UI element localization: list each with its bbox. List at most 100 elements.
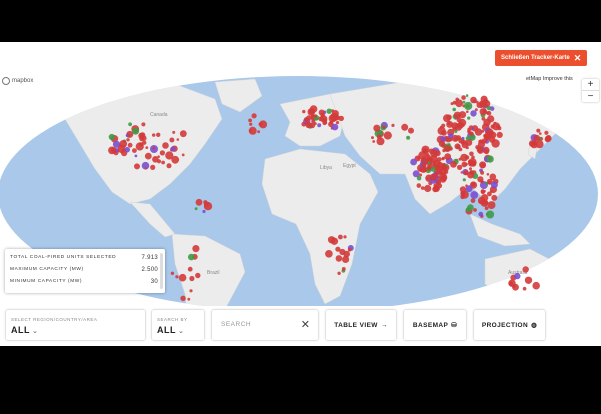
coal-plant-marker[interactable]	[470, 132, 474, 136]
coal-plant-marker[interactable]	[342, 255, 350, 263]
coal-plant-marker[interactable]	[470, 110, 477, 117]
coal-plant-marker[interactable]	[152, 146, 156, 150]
coal-plant-marker[interactable]	[337, 271, 341, 275]
coal-plant-marker[interactable]	[170, 271, 175, 275]
coal-plant-marker[interactable]	[410, 158, 417, 166]
coal-plant-marker[interactable]	[430, 166, 436, 172]
coal-plant-marker[interactable]	[479, 161, 487, 169]
coal-plant-marker[interactable]	[425, 152, 430, 157]
coal-plant-marker[interactable]	[458, 157, 462, 161]
coal-plant-marker[interactable]	[434, 150, 441, 157]
coal-plant-marker[interactable]	[313, 114, 318, 118]
coal-plant-marker[interactable]	[522, 286, 527, 291]
coal-plant-marker[interactable]	[461, 136, 465, 140]
coal-plant-marker[interactable]	[490, 181, 498, 189]
coal-plant-marker[interactable]	[440, 174, 448, 181]
coal-plant-marker[interactable]	[195, 272, 201, 279]
coal-plant-marker[interactable]	[249, 122, 253, 126]
coal-plant-marker[interactable]	[458, 111, 467, 119]
coal-plant-marker[interactable]	[424, 184, 432, 193]
coal-plant-marker[interactable]	[412, 170, 420, 178]
coal-plant-marker[interactable]	[347, 247, 352, 252]
coal-plant-marker[interactable]	[480, 105, 483, 109]
coal-plant-marker[interactable]	[318, 109, 325, 116]
coal-plant-marker[interactable]	[194, 207, 198, 211]
coal-plant-marker[interactable]	[259, 120, 268, 129]
coal-plant-marker[interactable]	[444, 153, 452, 160]
coal-plant-marker[interactable]	[487, 201, 496, 210]
coal-plant-marker[interactable]	[454, 137, 458, 141]
coal-plant-marker[interactable]	[128, 122, 133, 127]
coal-plant-marker[interactable]	[331, 123, 339, 131]
coal-plant-marker[interactable]	[460, 153, 468, 162]
coal-plant-marker[interactable]	[144, 152, 152, 160]
coal-plant-marker[interactable]	[486, 155, 494, 163]
coal-plant-marker[interactable]	[433, 185, 440, 192]
coal-plant-marker[interactable]	[421, 162, 427, 168]
coal-plant-marker[interactable]	[141, 122, 146, 127]
coal-plant-marker[interactable]	[339, 248, 346, 256]
coal-plant-marker[interactable]	[180, 295, 186, 301]
coal-plant-marker[interactable]	[408, 127, 414, 134]
coal-plant-marker[interactable]	[470, 191, 479, 199]
coal-plant-marker[interactable]	[536, 128, 541, 133]
coal-plant-marker[interactable]	[144, 167, 148, 170]
coal-plant-marker[interactable]	[544, 130, 549, 135]
coal-plant-marker[interactable]	[325, 250, 333, 258]
coal-plant-marker[interactable]	[181, 153, 185, 157]
coal-plant-marker[interactable]	[485, 128, 494, 137]
coal-plant-marker[interactable]	[452, 107, 457, 112]
coal-plant-marker[interactable]	[465, 136, 470, 141]
coal-plant-marker[interactable]	[480, 189, 485, 194]
coal-plant-marker[interactable]	[304, 120, 310, 126]
coal-plant-marker[interactable]	[132, 127, 140, 135]
coal-plant-marker[interactable]	[372, 140, 376, 143]
coal-plant-marker[interactable]	[514, 272, 521, 280]
coal-plant-marker[interactable]	[481, 140, 485, 144]
coal-plant-marker[interactable]	[251, 113, 257, 119]
coal-plant-marker[interactable]	[187, 266, 193, 272]
coal-plant-marker[interactable]	[466, 110, 469, 113]
coal-plant-marker[interactable]	[441, 123, 446, 128]
coal-plant-marker[interactable]	[473, 208, 477, 212]
coal-plant-marker[interactable]	[382, 125, 386, 129]
coal-plant-marker[interactable]	[528, 140, 536, 147]
coal-plant-marker[interactable]	[483, 99, 491, 108]
clear-search-icon[interactable]: ✕	[301, 318, 310, 331]
coal-plant-marker[interactable]	[480, 129, 485, 133]
coal-plant-marker[interactable]	[457, 164, 463, 170]
coal-plant-marker[interactable]	[172, 130, 176, 134]
coal-plant-marker[interactable]	[455, 99, 463, 108]
coal-plant-marker[interactable]	[417, 156, 420, 160]
coal-plant-marker[interactable]	[465, 184, 468, 187]
coal-plant-marker[interactable]	[373, 124, 381, 132]
coal-plant-marker[interactable]	[480, 194, 489, 202]
coal-plant-marker[interactable]	[202, 209, 206, 214]
coal-plant-marker[interactable]	[179, 130, 187, 138]
coal-plant-marker[interactable]	[460, 194, 465, 200]
coal-plant-marker[interactable]	[491, 139, 500, 148]
table-view-button[interactable]: TABLE VIEW →	[326, 310, 396, 340]
stats-scrollbar[interactable]	[160, 253, 163, 289]
coal-plant-marker[interactable]	[176, 138, 180, 141]
coal-plant-marker[interactable]	[257, 130, 260, 134]
coal-plant-marker[interactable]	[317, 123, 322, 128]
coal-plant-marker[interactable]	[203, 201, 210, 207]
map-attribution[interactable]: etMap Improve this	[524, 76, 575, 82]
coal-plant-marker[interactable]	[448, 133, 454, 139]
coal-plant-marker[interactable]	[383, 131, 392, 140]
close-tracker-map-button[interactable]: Schließen Tracker-Karte ✕	[495, 50, 588, 66]
coal-plant-marker[interactable]	[471, 127, 475, 130]
coal-plant-marker[interactable]	[461, 161, 468, 168]
coal-plant-marker[interactable]	[134, 154, 138, 158]
coal-plant-marker[interactable]	[126, 138, 130, 142]
projection-button[interactable]: PROJECTION ◍	[474, 310, 545, 340]
coal-plant-marker[interactable]	[156, 159, 162, 164]
coal-plant-marker[interactable]	[469, 167, 472, 171]
coal-plant-marker[interactable]	[441, 157, 445, 161]
coal-plant-marker[interactable]	[335, 121, 340, 125]
coal-plant-marker[interactable]	[248, 118, 253, 123]
coal-plant-marker[interactable]	[442, 148, 446, 153]
coal-plant-marker[interactable]	[434, 167, 443, 175]
coal-plant-marker[interactable]	[108, 133, 115, 141]
